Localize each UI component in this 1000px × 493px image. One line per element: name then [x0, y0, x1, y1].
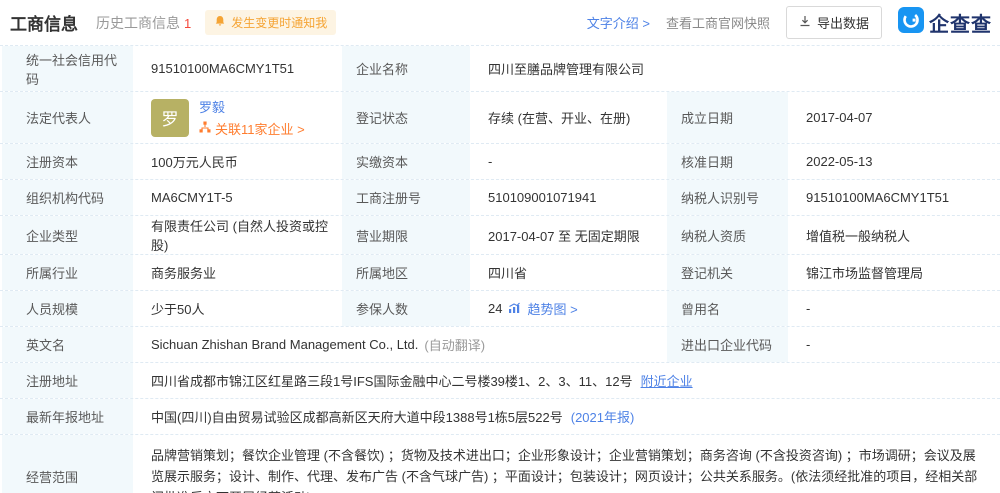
field-label-reg-capital: 注册资本: [0, 144, 135, 179]
field-label-annual-report-address: 最新年报地址: [0, 399, 135, 434]
field-label-business-scope: 经营范围: [0, 435, 135, 493]
field-value-staff-size: 少于50人: [151, 302, 205, 317]
history-count-badge: 1: [184, 15, 192, 31]
nearby-companies-link[interactable]: 附近企业: [641, 371, 693, 390]
insured-count: 24: [488, 301, 503, 316]
trend-chart-link[interactable]: 趋势图 >: [527, 299, 577, 318]
table-row: 企业类型 有限责任公司 (自然人投资或控股) 营业期限 2017-04-07 至…: [0, 216, 1000, 255]
field-label-reg-status: 登记状态: [340, 92, 472, 143]
related-companies-link[interactable]: 关联11家企业 >: [215, 119, 305, 138]
field-label-staff-size: 人员规模: [0, 291, 135, 326]
tab-history-label: 历史工商信息: [96, 14, 180, 31]
field-value-reg-address: 四川省成都市锦江区红星路三段1号IFS国际金融中心二号楼39楼1、2、3、11、…: [135, 363, 1000, 398]
qichacha-logo[interactable]: 企查查: [898, 7, 992, 38]
field-value-reg-capital: 100万元人民币: [151, 155, 238, 170]
field-label-import-export: 进出口企业代码: [665, 327, 790, 362]
field-value-establish-date: 2017-04-07: [806, 110, 873, 125]
field-value-authority: 锦江市场监督管理局: [806, 266, 924, 281]
field-label-region: 所属地区: [340, 255, 472, 290]
table-row: 人员规模 少于50人 参保人数 24 趋势图 > 曾用名 -: [0, 291, 1000, 327]
table-row: 经营范围 品牌营销策划；餐饮企业管理 (不含餐饮) ；货物及技术进出口；企业形象…: [0, 435, 1000, 493]
section-header: 工商信息 历史工商信息 1 发生变更时通知我 文字介绍 > 查看工商官网快照 导出…: [0, 0, 1000, 45]
english-name-text: Sichuan Zhishan Brand Management Co., Lt…: [151, 337, 419, 352]
field-label-org-code: 组织机构代码: [0, 180, 135, 215]
brand-name: 企查查: [929, 14, 992, 36]
field-value-reg-number: 510109001071941: [488, 190, 597, 205]
field-label-reg-number: 工商注册号: [340, 180, 472, 215]
field-value-english-name: Sichuan Zhishan Brand Management Co., Lt…: [135, 327, 665, 362]
field-label-legal-rep: 法定代表人: [0, 92, 135, 143]
annual-report-link[interactable]: (2021年报): [571, 407, 635, 426]
field-value-credit-code: 91510100MA6CMY1T51: [151, 61, 295, 76]
table-row: 最新年报地址 中国(四川)自由贸易试验区成都高新区天府大道中段1388号1栋5层…: [0, 399, 1000, 435]
legal-rep-name-link[interactable]: 罗毅: [199, 97, 305, 116]
field-value-region: 四川省: [488, 266, 528, 281]
table-row: 注册资本 100万元人民币 实缴资本 - 核准日期 2022-05-13: [0, 144, 1000, 180]
field-value-company-name: 四川至膳品牌管理有限公司: [488, 62, 645, 77]
field-value-insured: 24 趋势图 >: [472, 291, 665, 326]
annual-report-address-text: 中国(四川)自由贸易试验区成都高新区天府大道中段1388号1栋5层522号: [151, 410, 563, 425]
field-label-credit-code: 统一社会信用代码: [0, 46, 135, 91]
field-label-taxpayer-quali: 纳税人资质: [665, 216, 790, 254]
legal-rep-avatar[interactable]: 罗: [151, 98, 189, 137]
field-label-insured: 参保人数: [340, 291, 472, 326]
reg-address-text: 四川省成都市锦江区红星路三段1号IFS国际金融中心二号楼39楼1、2、3、11、…: [151, 374, 633, 389]
association-graph-icon: [199, 121, 211, 136]
field-label-english-name: 英文名: [0, 327, 135, 362]
table-row: 法定代表人 罗 罗毅 关联11家企业 > 登记状态 存续 (在营、开业、在册) …: [0, 92, 1000, 144]
field-label-establish-date: 成立日期: [665, 92, 790, 143]
field-label-paid-capital: 实缴资本: [340, 144, 472, 179]
official-snapshot-link[interactable]: 查看工商官网快照: [666, 13, 770, 32]
table-row: 所属行业 商务服务业 所属地区 四川省 登记机关 锦江市场监督管理局: [0, 255, 1000, 291]
field-value-reg-status: 存续 (在营、开业、在册): [488, 111, 631, 126]
table-row: 统一社会信用代码 91510100MA6CMY1T51 企业名称 四川至膳品牌管…: [0, 46, 1000, 92]
bell-icon: [214, 15, 226, 30]
field-label-authority: 登记机关: [665, 255, 790, 290]
table-row: 注册地址 四川省成都市锦江区红星路三段1号IFS国际金融中心二号楼39楼1、2、…: [0, 363, 1000, 399]
trend-chart-icon: [508, 301, 521, 317]
field-label-industry: 所属行业: [0, 255, 135, 290]
field-value-business-scope: 品牌营销策划；餐饮企业管理 (不含餐饮) ；货物及技术进出口；企业形象设计；企业…: [151, 448, 978, 493]
field-label-taxpayer-id: 纳税人识别号: [665, 180, 790, 215]
download-icon: [799, 15, 811, 30]
field-label-business-term: 营业期限: [340, 216, 472, 254]
field-value-org-code: MA6CMY1T-5: [151, 190, 233, 205]
section-title: 工商信息: [10, 15, 78, 34]
field-value-paid-capital: -: [488, 154, 493, 169]
field-value-former-name: -: [806, 301, 811, 316]
field-value-approval-date: 2022-05-13: [806, 154, 873, 169]
tab-history-info[interactable]: 历史工商信息 1: [96, 13, 191, 33]
field-label-former-name: 曾用名: [665, 291, 790, 326]
field-value-company-type: 有限责任公司 (自然人投资或控股): [151, 219, 328, 253]
export-data-button[interactable]: 导出数据: [785, 6, 882, 39]
field-value-taxpayer-quali: 增值税一般纳税人: [806, 228, 911, 244]
field-value-annual-report-address: 中国(四川)自由贸易试验区成都高新区天府大道中段1388号1栋5层522号 (2…: [135, 399, 1000, 434]
text-intro-link[interactable]: 文字介绍 >: [587, 13, 650, 32]
notify-change-label: 发生变更时通知我: [231, 16, 328, 30]
field-value-legal-rep: 罗 罗毅 关联11家企业 >: [135, 92, 340, 143]
field-value-taxpayer-id: 91510100MA6CMY1T51: [806, 190, 950, 205]
field-value-import-export: -: [806, 337, 811, 352]
field-label-approval-date: 核准日期: [665, 144, 790, 179]
field-value-industry: 商务服务业: [151, 266, 217, 281]
business-info-panel: 工商信息 历史工商信息 1 发生变更时通知我 文字介绍 > 查看工商官网快照 导出…: [0, 0, 1000, 493]
field-label-company-name: 企业名称: [340, 46, 472, 91]
business-info-table: 统一社会信用代码 91510100MA6CMY1T51 企业名称 四川至膳品牌管…: [0, 45, 1000, 493]
export-data-label: 导出数据: [816, 16, 869, 31]
table-row: 组织机构代码 MA6CMY1T-5 工商注册号 510109001071941 …: [0, 180, 1000, 216]
auto-translate-note: (自动翻译): [424, 338, 486, 353]
field-value-business-term: 2017-04-07 至 无固定期限: [488, 228, 640, 244]
notify-change-button[interactable]: 发生变更时通知我: [205, 10, 337, 35]
field-label-reg-address: 注册地址: [0, 363, 135, 398]
field-label-company-type: 企业类型: [0, 216, 135, 254]
table-row: 英文名 Sichuan Zhishan Brand Management Co.…: [0, 327, 1000, 363]
qichacha-logo-icon: [898, 7, 924, 38]
